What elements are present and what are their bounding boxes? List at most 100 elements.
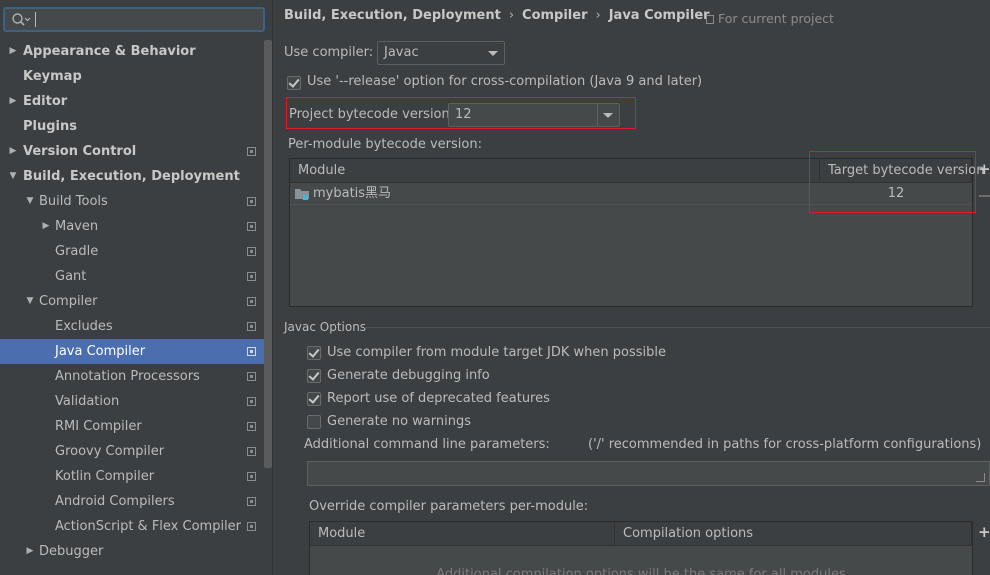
- module-name: mybatis黑马: [313, 186, 392, 201]
- sidebar-item[interactable]: Annotation Processors: [0, 364, 264, 389]
- sidebar-item-label: Annotation Processors: [55, 369, 200, 384]
- add-button[interactable]: +: [978, 160, 990, 178]
- option-label: Generate debugging info: [327, 368, 490, 383]
- expanded-arrow-icon[interactable]: ▼: [25, 189, 35, 214]
- java-compiler-settings-panel: Build, Execution, Deployment › Compiler › Ja…: [274, 0, 990, 575]
- option-label: Generate no warnings: [327, 414, 472, 429]
- sidebar-item[interactable]: Gradle: [0, 239, 264, 264]
- sidebar-item[interactable]: Keymap: [0, 64, 264, 89]
- sidebar-item[interactable]: ▼ Build Tools: [0, 189, 264, 214]
- collapsed-arrow-icon[interactable]: ▶: [25, 539, 35, 564]
- column-header-options[interactable]: Compilation options: [615, 522, 972, 546]
- collapsed-arrow-icon[interactable]: ▶: [8, 139, 18, 164]
- option-checkbox[interactable]: [307, 415, 321, 429]
- sidebar-item[interactable]: ▶ Version Control: [0, 139, 264, 164]
- sidebar-item-label: Groovy Compiler: [55, 444, 165, 459]
- sidebar-item-label: Excludes: [55, 319, 113, 334]
- sidebar-item[interactable]: ▶ Editor: [0, 89, 264, 114]
- column-header-module[interactable]: Module: [290, 159, 820, 183]
- sidebar-item-label: Appearance & Behavior: [23, 44, 196, 59]
- option-label: Report use of deprecated features: [327, 391, 550, 406]
- option-checkbox[interactable]: [307, 392, 321, 406]
- sidebar-item[interactable]: ▼ Compiler: [0, 289, 264, 314]
- chevron-down-icon: [488, 51, 498, 56]
- sidebar-item-label: Kotlin Compiler: [55, 469, 155, 484]
- sidebar-item[interactable]: Validation: [0, 389, 264, 414]
- remove-button[interactable]: —: [978, 186, 990, 204]
- release-option-checkbox[interactable]: [287, 76, 301, 90]
- project-scope-icon: [247, 397, 256, 406]
- sidebar-item-label: Plugins: [23, 119, 77, 134]
- expanded-arrow-icon[interactable]: ▼: [25, 289, 35, 314]
- sidebar-item[interactable]: Groovy Compiler: [0, 439, 264, 464]
- column-header-module[interactable]: Module: [310, 522, 615, 546]
- project-bytecode-label: Project bytecode version:: [289, 107, 455, 122]
- sidebar-item-label: Keymap: [23, 69, 82, 84]
- sidebar-item[interactable]: Excludes: [0, 314, 264, 339]
- highlight-box: [809, 151, 976, 213]
- project-scope-icon: [247, 447, 256, 456]
- sidebar-scrollbar-thumb[interactable]: [264, 40, 272, 468]
- sidebar-item-label: Validation: [55, 394, 120, 409]
- sidebar-item-label: Java Compiler: [55, 344, 146, 359]
- project-bytecode-combobox[interactable]: 12: [448, 103, 620, 127]
- breadcrumb-item[interactable]: Compiler: [522, 8, 587, 23]
- per-module-label: Per-module bytecode version:: [288, 137, 482, 152]
- collapsed-arrow-icon[interactable]: ▶: [8, 89, 18, 114]
- use-compiler-combobox[interactable]: Javac: [377, 41, 505, 65]
- sidebar-item-label: Compiler: [39, 294, 98, 309]
- module-folder-icon: [295, 189, 309, 200]
- project-scope-icon: [247, 372, 256, 381]
- breadcrumb-separator: ›: [595, 8, 601, 23]
- for-current-project-note: For current project: [706, 11, 834, 26]
- sidebar-item-label: Editor: [23, 94, 68, 109]
- sidebar-item-label: Build Tools: [39, 194, 108, 209]
- text-caret: [35, 12, 36, 27]
- project-scope-icon: [247, 422, 256, 431]
- sidebar-item-label: Maven: [55, 219, 99, 234]
- sidebar-item-label: Version Control: [23, 144, 137, 159]
- sidebar-item[interactable]: Plugins: [0, 114, 264, 139]
- project-scope-icon: [247, 347, 256, 356]
- sidebar-item[interactable]: Kotlin Compiler: [0, 464, 264, 489]
- project-scope-icon: [247, 147, 256, 156]
- project-scope-icon: [247, 472, 256, 481]
- release-option-label: Use '--release' option for cross-compila…: [307, 74, 703, 89]
- for-project-label: For current project: [718, 11, 834, 26]
- project-bytecode-value: 12: [455, 107, 472, 122]
- add-button[interactable]: +: [978, 523, 990, 541]
- collapsed-arrow-icon[interactable]: ▶: [41, 214, 51, 239]
- sidebar-item[interactable]: ▶ Appearance & Behavior: [0, 39, 264, 64]
- project-scope-icon: [247, 522, 256, 531]
- project-scope-icon: [706, 15, 714, 24]
- settings-sidebar: ▶ Appearance & Behavior Keymap ▶ Editor Plugi…: [0, 0, 273, 575]
- sidebar-item[interactable]: Android Compilers: [0, 489, 264, 514]
- sidebar-item[interactable]: Java Compiler: [0, 339, 264, 364]
- expanded-arrow-icon[interactable]: ▼: [8, 164, 18, 189]
- breadcrumb-item[interactable]: Build, Execution, Deployment: [284, 8, 501, 23]
- sidebar-item-label: Debugger: [39, 544, 104, 559]
- sidebar-item[interactable]: ▶ Maven: [0, 214, 264, 239]
- sidebar-item[interactable]: RMI Compiler: [0, 414, 264, 439]
- option-checkbox[interactable]: [307, 346, 321, 360]
- override-table: Module Compilation options Additional co…: [309, 521, 973, 575]
- expand-icon[interactable]: [976, 473, 985, 482]
- override-label: Override compiler parameters per-module:: [309, 499, 589, 514]
- project-scope-icon: [247, 497, 256, 506]
- sidebar-item[interactable]: Gant: [0, 264, 264, 289]
- option-checkbox[interactable]: [307, 369, 321, 383]
- sidebar-item-label: Build, Execution, Deployment: [23, 169, 240, 184]
- project-scope-icon: [247, 297, 256, 306]
- dropdown-button[interactable]: [597, 104, 619, 126]
- sidebar-item[interactable]: ▶ Debugger: [0, 539, 264, 564]
- sidebar-item[interactable]: ▼ Build, Execution, Deployment: [0, 164, 264, 189]
- use-compiler-label: Use compiler:: [284, 45, 374, 60]
- additional-params-input[interactable]: [307, 461, 990, 486]
- chevron-down-icon: [603, 113, 613, 118]
- breadcrumb-item: Java Compiler: [608, 8, 710, 23]
- collapsed-arrow-icon[interactable]: ▶: [8, 39, 18, 64]
- sidebar-item[interactable]: ActionScript & Flex Compiler: [0, 514, 264, 539]
- javac-options-heading: Javac Options: [284, 320, 367, 334]
- settings-search-field[interactable]: [3, 7, 265, 32]
- project-scope-icon: [247, 247, 256, 256]
